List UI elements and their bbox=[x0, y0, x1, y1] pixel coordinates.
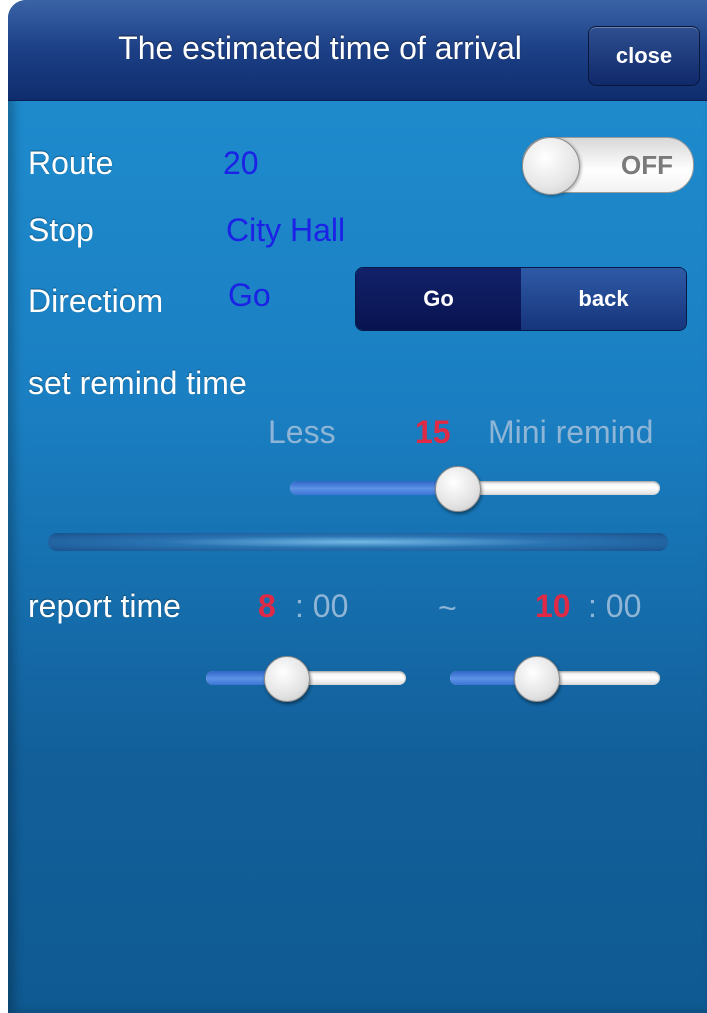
title-bar: The estimated time of arrival close bbox=[8, 0, 707, 101]
report-end-minutes: : 00 bbox=[588, 588, 642, 624]
stop-value: City Hall bbox=[226, 212, 346, 248]
route-label: Route bbox=[28, 145, 114, 181]
report-end-hour: 10 bbox=[535, 588, 571, 624]
segment-back[interactable]: back bbox=[521, 268, 686, 330]
remind-slider-thumb[interactable] bbox=[435, 466, 481, 512]
report-start-hour: 8 bbox=[258, 588, 276, 624]
remind-minutes-value: 15 bbox=[415, 414, 451, 450]
toggle-state-label: OFF bbox=[621, 150, 673, 180]
remind-time-slider[interactable] bbox=[290, 466, 660, 512]
app-frame: The estimated time of arrival close Rout… bbox=[8, 0, 707, 1013]
report-separator: ~ bbox=[438, 590, 457, 626]
remind-section-label: set remind time bbox=[28, 365, 247, 401]
report-start-slider[interactable] bbox=[206, 656, 406, 702]
stop-label: Stop bbox=[28, 212, 94, 248]
report-time-label: report time bbox=[28, 588, 181, 624]
section-divider bbox=[48, 533, 668, 551]
toggle-knob[interactable] bbox=[522, 137, 580, 195]
remind-unit-label: Mini remind bbox=[488, 414, 654, 450]
segment-go[interactable]: Go bbox=[356, 268, 521, 330]
report-start-slider-thumb[interactable] bbox=[264, 656, 310, 702]
report-end-slider-thumb[interactable] bbox=[514, 656, 560, 702]
remind-slider-fill bbox=[290, 481, 457, 495]
remind-less-label: Less bbox=[268, 414, 336, 450]
report-start-minutes: : 00 bbox=[295, 588, 349, 624]
page-title: The estimated time of arrival bbox=[118, 30, 522, 66]
direction-label: Directiom bbox=[28, 283, 164, 319]
on-off-toggle[interactable]: OFF bbox=[522, 137, 694, 195]
close-button[interactable]: close bbox=[588, 26, 700, 86]
direction-value: Go bbox=[228, 277, 271, 313]
direction-segmented-control: Go back bbox=[355, 267, 687, 331]
report-end-slider[interactable] bbox=[450, 656, 660, 702]
route-value: 20 bbox=[223, 145, 259, 181]
